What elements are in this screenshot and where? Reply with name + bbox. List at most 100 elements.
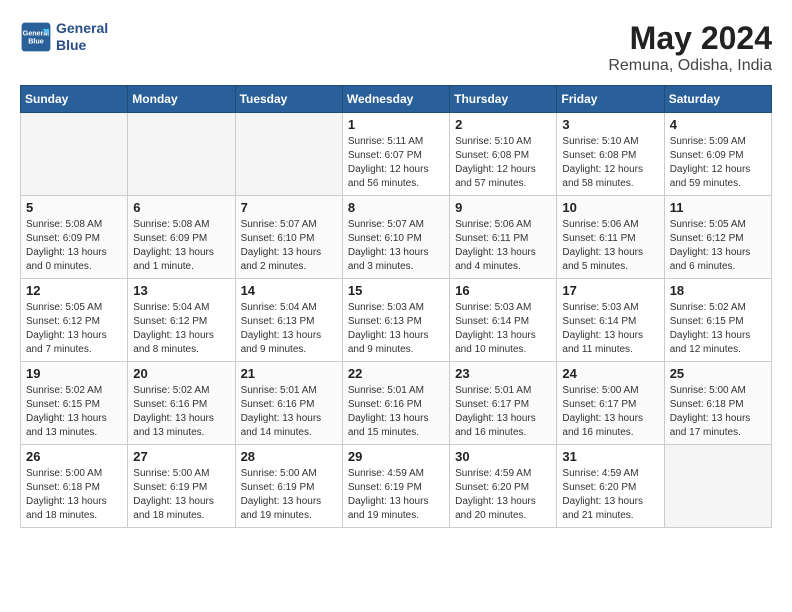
day-number: 12 (26, 283, 122, 298)
title-area: May 2024 Remuna, Odisha, India (608, 20, 772, 75)
weekday-header-wednesday: Wednesday (342, 86, 449, 113)
week-row-3: 12Sunrise: 5:05 AMSunset: 6:12 PMDayligh… (21, 279, 772, 362)
calendar-cell (235, 113, 342, 196)
day-info: Sunrise: 5:01 AMSunset: 6:16 PMDaylight:… (348, 384, 444, 440)
day-number: 4 (670, 117, 766, 132)
day-number: 14 (241, 283, 337, 298)
day-number: 7 (241, 200, 337, 215)
day-info: Sunrise: 5:02 AMSunset: 6:15 PMDaylight:… (670, 301, 766, 357)
day-number: 18 (670, 283, 766, 298)
calendar-cell: 20 Sunrise: 5:02 AMSunset: 6:16 PMDayligh… (128, 362, 235, 445)
svg-text:Blue: Blue (28, 36, 44, 45)
day-number: 13 (133, 283, 229, 298)
day-info: Sunrise: 5:03 AMSunset: 6:14 PMDaylight:… (562, 301, 658, 357)
calendar-cell: 3 Sunrise: 5:10 AMSunset: 6:08 PMDaylight… (557, 113, 664, 196)
day-number: 22 (348, 366, 444, 381)
day-number: 21 (241, 366, 337, 381)
day-info: Sunrise: 5:00 AMSunset: 6:19 PMDaylight:… (133, 467, 229, 523)
day-info: Sunrise: 5:03 AMSunset: 6:13 PMDaylight:… (348, 301, 444, 357)
day-info: Sunrise: 5:00 AMSunset: 6:18 PMDaylight:… (26, 467, 122, 523)
calendar-cell: 19 Sunrise: 5:02 AMSunset: 6:15 PMDayligh… (21, 362, 128, 445)
weekday-header-monday: Monday (128, 86, 235, 113)
calendar-cell: 21 Sunrise: 5:01 AMSunset: 6:16 PMDayligh… (235, 362, 342, 445)
day-number: 19 (26, 366, 122, 381)
week-row-4: 19 Sunrise: 5:02 AMSunset: 6:15 PMDayligh… (21, 362, 772, 445)
calendar-cell: 14Sunrise: 5:04 AMSunset: 6:13 PMDayligh… (235, 279, 342, 362)
day-info: Sunrise: 5:08 AMSunset: 6:09 PMDaylight:… (26, 218, 122, 274)
calendar-cell: 5 Sunrise: 5:08 AMSunset: 6:09 PMDaylight… (21, 196, 128, 279)
day-info: Sunrise: 4:59 AMSunset: 6:20 PMDaylight:… (562, 467, 658, 523)
day-info: Sunrise: 5:10 AMSunset: 6:08 PMDaylight:… (562, 135, 658, 191)
day-info: Sunrise: 5:02 AMSunset: 6:16 PMDaylight:… (133, 384, 229, 440)
day-number: 29 (348, 449, 444, 464)
calendar-cell: 4Sunrise: 5:09 AMSunset: 6:09 PMDaylight… (664, 113, 771, 196)
day-info: Sunrise: 5:07 AMSunset: 6:10 PMDaylight:… (348, 218, 444, 274)
header: General Blue General Blue May 2024 Remun… (20, 20, 772, 75)
day-number: 24 (562, 366, 658, 381)
calendar-cell: 9 Sunrise: 5:06 AMSunset: 6:11 PMDaylight… (450, 196, 557, 279)
calendar-cell (128, 113, 235, 196)
day-info: Sunrise: 5:11 AMSunset: 6:07 PMDaylight:… (348, 135, 444, 191)
day-number: 17 (562, 283, 658, 298)
calendar-cell (21, 113, 128, 196)
day-info: Sunrise: 5:00 AMSunset: 6:17 PMDaylight:… (562, 384, 658, 440)
calendar-cell: 24 Sunrise: 5:00 AMSunset: 6:17 PMDayligh… (557, 362, 664, 445)
day-info: Sunrise: 5:08 AMSunset: 6:09 PMDaylight:… (133, 218, 229, 274)
calendar-cell: 25Sunrise: 5:00 AMSunset: 6:18 PMDayligh… (664, 362, 771, 445)
day-info: Sunrise: 4:59 AMSunset: 6:20 PMDaylight:… (455, 467, 551, 523)
calendar-cell: 23Sunrise: 5:01 AMSunset: 6:17 PMDayligh… (450, 362, 557, 445)
day-info: Sunrise: 5:04 AMSunset: 6:12 PMDaylight:… (133, 301, 229, 357)
calendar-cell: 29 Sunrise: 4:59 AMSunset: 6:19 PMDayligh… (342, 445, 449, 528)
day-number: 31 (562, 449, 658, 464)
day-number: 28 (241, 449, 337, 464)
calendar-cell: 31 Sunrise: 4:59 AMSunset: 6:20 PMDayligh… (557, 445, 664, 528)
day-info: Sunrise: 5:00 AMSunset: 6:19 PMDaylight:… (241, 467, 337, 523)
month-year: May 2024 (608, 20, 772, 57)
calendar-cell: 17 Sunrise: 5:03 AMSunset: 6:14 PMDayligh… (557, 279, 664, 362)
day-info: Sunrise: 5:10 AMSunset: 6:08 PMDaylight:… (455, 135, 551, 191)
day-number: 3 (562, 117, 658, 132)
day-info: Sunrise: 5:05 AMSunset: 6:12 PMDaylight:… (670, 218, 766, 274)
logo-text: General Blue (56, 20, 108, 54)
logo-line1: General (56, 20, 108, 37)
day-info: Sunrise: 5:07 AMSunset: 6:10 PMDaylight:… (241, 218, 337, 274)
calendar-cell: 11Sunrise: 5:05 AMSunset: 6:12 PMDayligh… (664, 196, 771, 279)
logo-line2: Blue (56, 37, 108, 54)
weekday-header-row: SundayMondayTuesdayWednesdayThursdayFrid… (21, 86, 772, 113)
day-info: Sunrise: 5:02 AMSunset: 6:15 PMDaylight:… (26, 384, 122, 440)
calendar-cell: 6 Sunrise: 5:08 AMSunset: 6:09 PMDaylight… (128, 196, 235, 279)
calendar-cell: 28 Sunrise: 5:00 AMSunset: 6:19 PMDayligh… (235, 445, 342, 528)
calendar-cell: 13 Sunrise: 5:04 AMSunset: 6:12 PMDayligh… (128, 279, 235, 362)
day-number: 26 (26, 449, 122, 464)
day-number: 2 (455, 117, 551, 132)
day-number: 20 (133, 366, 229, 381)
day-number: 8 (348, 200, 444, 215)
week-row-2: 5 Sunrise: 5:08 AMSunset: 6:09 PMDaylight… (21, 196, 772, 279)
location: Remuna, Odisha, India (608, 57, 772, 75)
day-info: Sunrise: 5:06 AMSunset: 6:11 PMDaylight:… (562, 218, 658, 274)
calendar-cell: 10Sunrise: 5:06 AMSunset: 6:11 PMDayligh… (557, 196, 664, 279)
weekday-header-friday: Friday (557, 86, 664, 113)
calendar-cell: 18 Sunrise: 5:02 AMSunset: 6:15 PMDayligh… (664, 279, 771, 362)
day-info: Sunrise: 5:06 AMSunset: 6:11 PMDaylight:… (455, 218, 551, 274)
day-info: Sunrise: 5:01 AMSunset: 6:17 PMDaylight:… (455, 384, 551, 440)
day-info: Sunrise: 5:00 AMSunset: 6:18 PMDaylight:… (670, 384, 766, 440)
calendar-cell: 8 Sunrise: 5:07 AMSunset: 6:10 PMDaylight… (342, 196, 449, 279)
day-info: Sunrise: 5:01 AMSunset: 6:16 PMDaylight:… (241, 384, 337, 440)
day-number: 5 (26, 200, 122, 215)
calendar-cell: 7 Sunrise: 5:07 AMSunset: 6:10 PMDaylight… (235, 196, 342, 279)
day-info: Sunrise: 4:59 AMSunset: 6:19 PMDaylight:… (348, 467, 444, 523)
day-number: 6 (133, 200, 229, 215)
day-number: 9 (455, 200, 551, 215)
calendar-cell: 16 Sunrise: 5:03 AMSunset: 6:14 PMDayligh… (450, 279, 557, 362)
calendar-cell: 1Sunrise: 5:11 AMSunset: 6:07 PMDaylight… (342, 113, 449, 196)
calendar-cell: 2 Sunrise: 5:10 AMSunset: 6:08 PMDaylight… (450, 113, 557, 196)
weekday-header-thursday: Thursday (450, 86, 557, 113)
calendar-cell: 26 Sunrise: 5:00 AMSunset: 6:18 PMDayligh… (21, 445, 128, 528)
day-number: 30 (455, 449, 551, 464)
day-info: Sunrise: 5:03 AMSunset: 6:14 PMDaylight:… (455, 301, 551, 357)
week-row-1: 1Sunrise: 5:11 AMSunset: 6:07 PMDaylight… (21, 113, 772, 196)
logo: General Blue General Blue (20, 20, 108, 54)
day-number: 16 (455, 283, 551, 298)
calendar: SundayMondayTuesdayWednesdayThursdayFrid… (20, 85, 772, 528)
